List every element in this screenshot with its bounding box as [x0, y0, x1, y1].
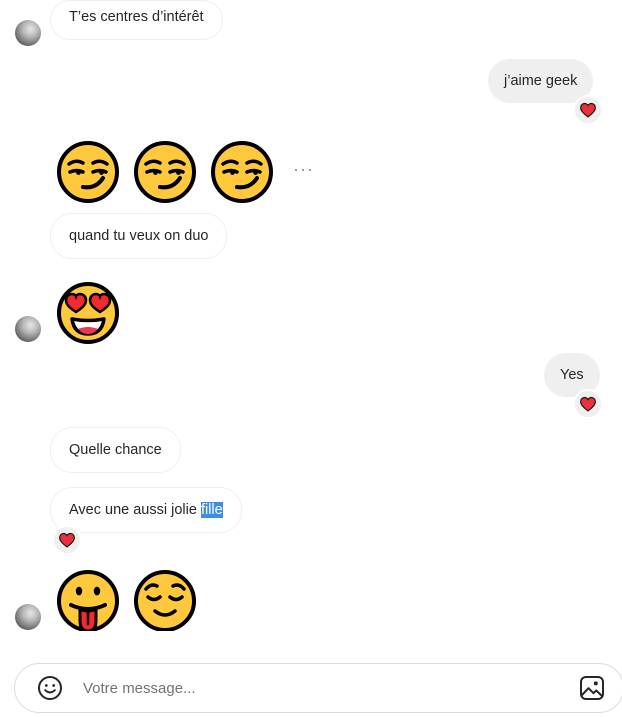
heart-reaction[interactable] [573, 389, 603, 419]
heart-eyes-face-icon [56, 281, 120, 345]
image-icon [580, 676, 604, 700]
heart-reaction[interactable] [52, 525, 82, 555]
message-bubble-outgoing[interactable]: j’aime geek [488, 59, 594, 103]
message-text: j’aime geek [504, 73, 578, 89]
emoji-message-smirk[interactable] [133, 140, 197, 204]
message-text: T’es centres d’intérêt [69, 9, 204, 25]
add-photo-button[interactable] [579, 675, 605, 701]
message-bubble-incoming[interactable]: T’es centres d’intérêt [50, 0, 223, 40]
contact-avatar[interactable] [15, 604, 41, 630]
smiley-icon [38, 676, 62, 700]
message-input[interactable] [83, 664, 563, 712]
smirking-face-icon [56, 140, 120, 204]
emoji-message-smirk[interactable] [210, 140, 274, 204]
message-text: Avec une aussi jolie [69, 502, 201, 518]
message-bubble-incoming[interactable]: quand tu veux on duo [50, 213, 228, 259]
message-bubble-incoming[interactable]: Avec une aussi jolie fille [50, 487, 242, 533]
emoji-message-heart-eyes[interactable] [56, 281, 120, 345]
emoji-row [50, 567, 250, 631]
relieved-face-icon [133, 569, 197, 631]
message-composer [14, 663, 622, 713]
emoji-message-relieved[interactable] [133, 569, 197, 631]
message-text: Yes [560, 367, 584, 383]
more-options-icon[interactable]: ··· [293, 160, 314, 178]
message-text: quand tu veux on duo [69, 228, 209, 244]
selected-text: fille [200, 502, 223, 518]
emoji-message-smirk[interactable] [56, 140, 120, 204]
smirking-face-icon [133, 140, 197, 204]
emoji-message-tongue[interactable] [56, 569, 120, 631]
heart-icon [58, 531, 76, 549]
message-bubble-incoming[interactable]: Quelle chance [50, 427, 181, 473]
heart-icon [579, 395, 597, 413]
heart-reaction[interactable] [573, 95, 603, 125]
emoji-picker-button[interactable] [37, 675, 63, 701]
smirking-face-icon [210, 140, 274, 204]
message-text: Quelle chance [69, 442, 162, 458]
tongue-out-face-icon [56, 569, 120, 631]
contact-avatar[interactable] [15, 20, 41, 46]
heart-icon [579, 101, 597, 119]
contact-avatar[interactable] [15, 316, 41, 342]
